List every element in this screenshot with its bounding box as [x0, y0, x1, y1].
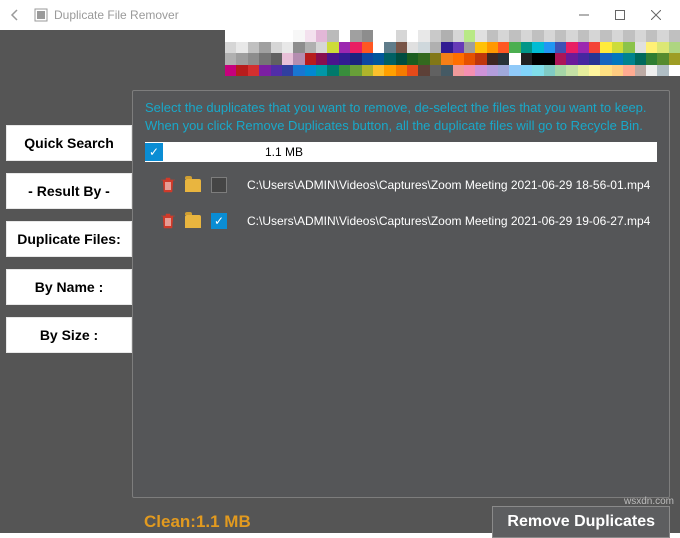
folder-icon[interactable] — [185, 179, 201, 192]
group-header[interactable]: ✓ 1.1 MB — [145, 142, 657, 162]
window-title: Duplicate File Remover — [54, 8, 179, 22]
sidebar-item-result-by[interactable]: - Result By - — [6, 173, 132, 209]
app-icon — [32, 6, 50, 24]
remove-duplicates-button[interactable]: Remove Duplicates — [492, 506, 670, 538]
trash-icon[interactable] — [161, 177, 175, 193]
header-mosaic — [225, 30, 680, 88]
group-size: 1.1 MB — [265, 145, 303, 159]
file-row: C:\Users\ADMIN\Videos\Captures\Zoom Meet… — [145, 172, 657, 198]
app-body: Quick Search - Result By - Duplicate Fil… — [0, 30, 680, 533]
results-panel: Select the duplicates that you want to r… — [132, 90, 670, 498]
file-path: C:\Users\ADMIN\Videos\Captures\Zoom Meet… — [247, 214, 650, 228]
back-icon[interactable] — [6, 6, 24, 24]
folder-icon[interactable] — [185, 215, 201, 228]
group-checkbox[interactable]: ✓ — [145, 143, 163, 161]
instructions-text: Select the duplicates that you want to r… — [145, 99, 657, 134]
file-checkbox[interactable]: ✓ — [211, 213, 227, 229]
file-checkbox[interactable] — [211, 177, 227, 193]
sidebar-item-quick-search[interactable]: Quick Search — [6, 125, 132, 161]
minimize-button[interactable] — [566, 0, 602, 30]
close-button[interactable] — [638, 0, 674, 30]
file-path: C:\Users\ADMIN\Videos\Captures\Zoom Meet… — [247, 178, 650, 192]
clean-size-label: Clean:1.1 MB — [144, 512, 251, 532]
sidebar-item-by-name[interactable]: By Name : — [6, 269, 132, 305]
sidebar-item-by-size[interactable]: By Size : — [6, 317, 132, 353]
file-row: ✓ C:\Users\ADMIN\Videos\Captures\Zoom Me… — [145, 208, 657, 234]
sidebar: Quick Search - Result By - Duplicate Fil… — [6, 125, 132, 365]
watermark: wsxdn.com — [624, 496, 674, 507]
maximize-button[interactable] — [602, 0, 638, 30]
sidebar-item-duplicate-files[interactable]: Duplicate Files: — [6, 221, 132, 257]
footer: Clean:1.1 MB Remove Duplicates — [132, 508, 670, 536]
titlebar: Duplicate File Remover — [0, 0, 680, 30]
trash-icon[interactable] — [161, 213, 175, 229]
